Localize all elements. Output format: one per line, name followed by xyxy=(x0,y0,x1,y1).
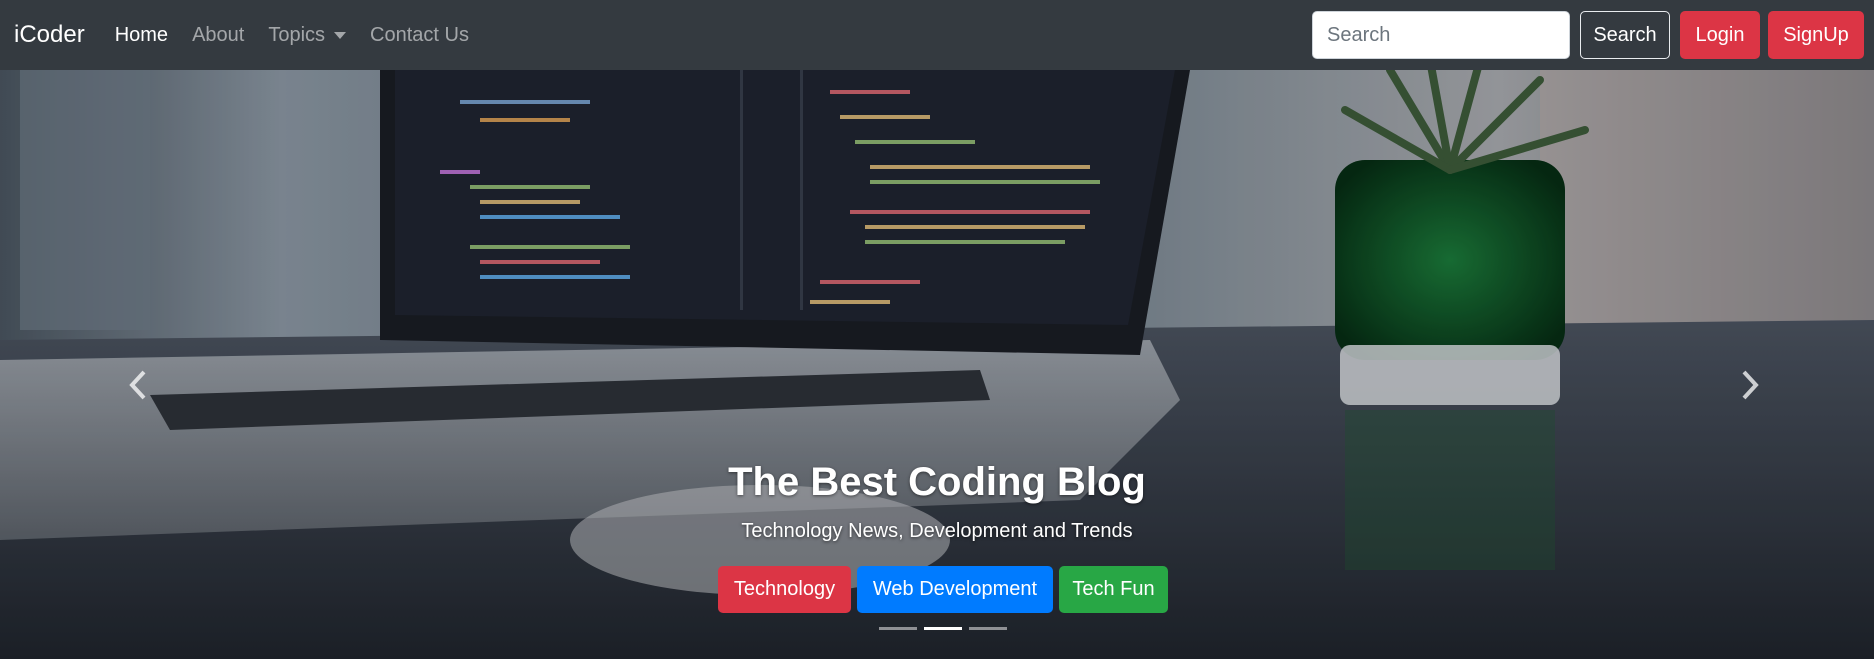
chevron-left-icon[interactable] xyxy=(118,360,158,410)
nav-home[interactable]: Home xyxy=(115,24,168,47)
login-button[interactable]: Login xyxy=(1680,11,1760,59)
nav-topics-label: Topics xyxy=(268,23,326,46)
signup-button[interactable]: SignUp xyxy=(1768,11,1864,59)
search-button[interactable]: Search xyxy=(1580,11,1670,59)
nav-about[interactable]: About xyxy=(192,24,244,47)
carousel-buttons: Technology Web Development Tech Fun xyxy=(718,566,1168,613)
carousel-title: The Best Coding Blog xyxy=(728,460,1146,504)
carousel-subtitle: Technology News, Development and Trends xyxy=(741,520,1133,542)
web-development-button[interactable]: Web Development xyxy=(857,566,1053,613)
navbar: iCoder Home About Topics Contact Us Sear… xyxy=(0,0,1874,70)
navbar-actions: Search Login SignUp xyxy=(1312,11,1864,59)
carousel-indicators xyxy=(879,627,1014,630)
nav-topics-dropdown[interactable]: Topics xyxy=(268,23,347,47)
search-input[interactable] xyxy=(1312,11,1570,59)
chevron-right-icon[interactable] xyxy=(1730,360,1770,410)
tech-fun-button[interactable]: Tech Fun xyxy=(1059,566,1168,613)
carousel-indicator-3[interactable] xyxy=(969,627,1007,630)
carousel-indicator-2[interactable] xyxy=(924,627,962,630)
carousel-indicator-1[interactable] xyxy=(879,627,917,630)
brand-logo[interactable]: iCoder xyxy=(14,21,85,49)
hero-carousel: The Best Coding Blog Technology News, De… xyxy=(0,70,1874,659)
caret-down-icon xyxy=(334,31,347,39)
technology-button[interactable]: Technology xyxy=(718,566,851,613)
nav-contact[interactable]: Contact Us xyxy=(370,24,469,47)
